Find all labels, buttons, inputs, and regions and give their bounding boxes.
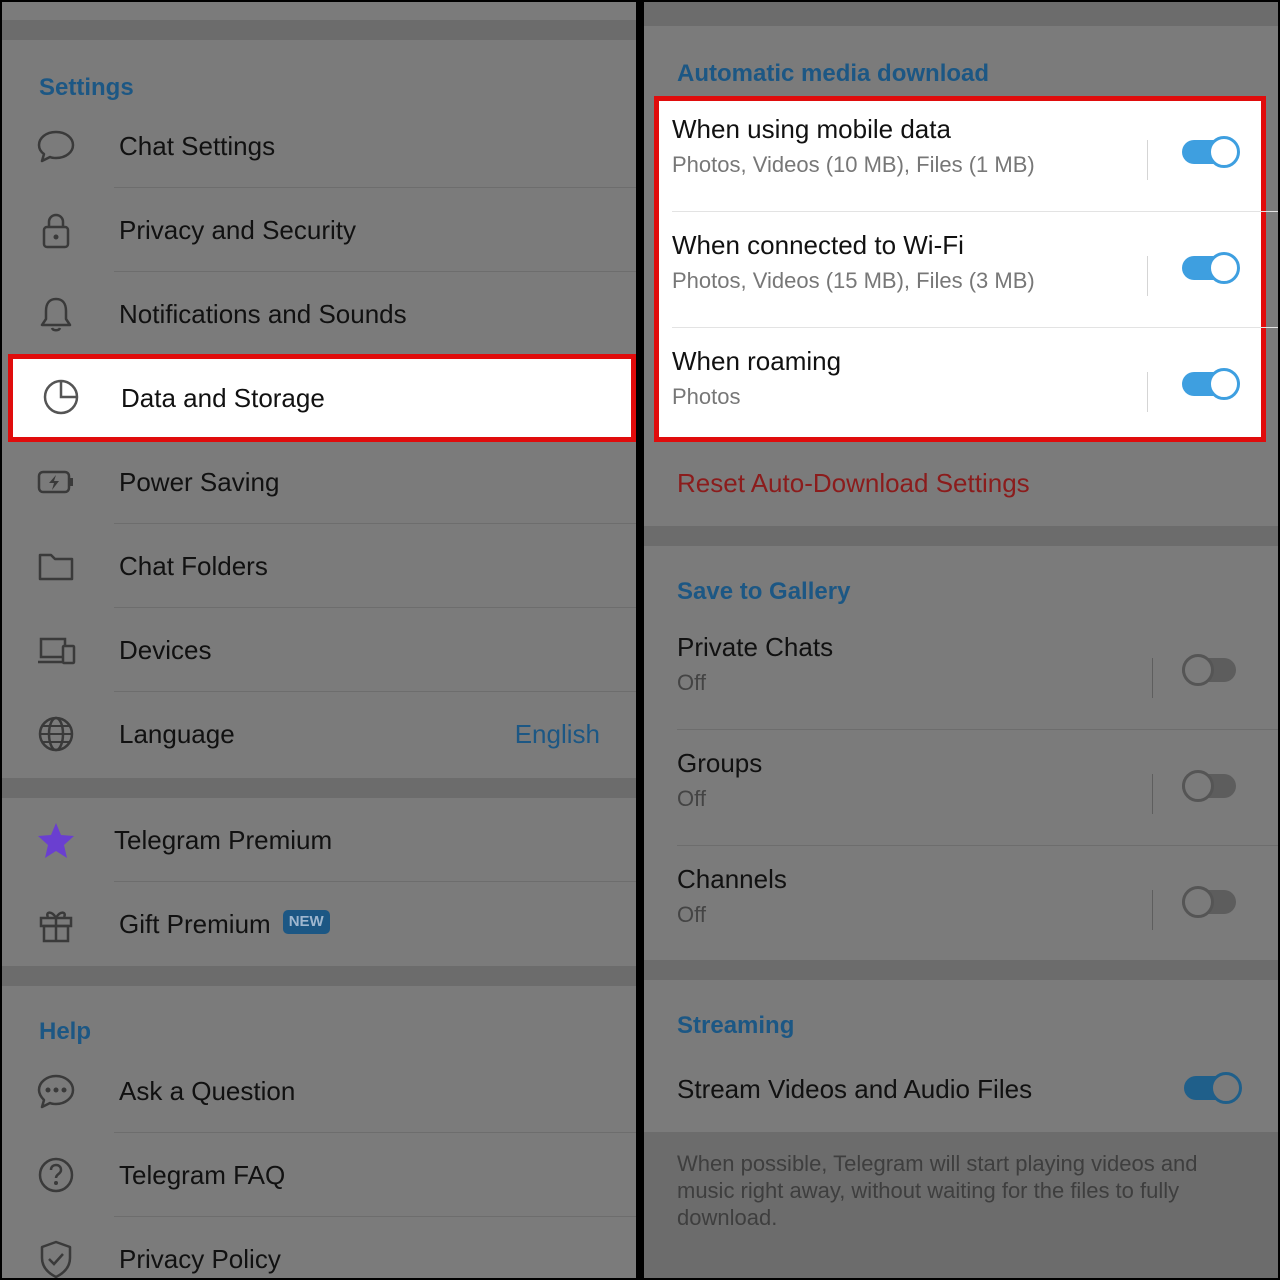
separator (1147, 140, 1148, 180)
gift-premium-label: Gift Premium (119, 909, 271, 939)
separator (1152, 890, 1153, 930)
streaming-header: Streaming (677, 1012, 795, 1039)
separator (1152, 774, 1153, 814)
language-value: English (514, 719, 600, 749)
private-chats-toggle[interactable] (1182, 654, 1240, 686)
settings-item-label: Telegram Premium (114, 825, 333, 855)
row-subtitle: Off (677, 670, 706, 695)
help-section-header: Help (39, 1018, 92, 1045)
row-title: When using mobile data (672, 114, 951, 144)
row-subtitle: Photos (672, 384, 741, 409)
bell-icon (36, 294, 76, 334)
settings-item-data-storage[interactable]: Data and Storage (8, 354, 636, 442)
streaming-note-text: When possible, Telegram will start playi… (677, 1151, 1198, 1230)
settings-item-gift-premium[interactable]: Gift Premium NEW (2, 882, 636, 966)
row-subtitle: Off (677, 786, 706, 811)
separator (1152, 658, 1153, 698)
roaming-toggle[interactable] (1182, 368, 1240, 400)
settings-item-label: Chat Settings (119, 131, 276, 161)
separator (1147, 372, 1148, 412)
settings-item-devices[interactable]: Devices (2, 608, 636, 692)
settings-item-label: Notifications and Sounds (119, 299, 407, 329)
lock-icon (36, 210, 76, 250)
section-gap (644, 526, 1278, 546)
row-subtitle: Off (677, 902, 706, 927)
row-title: Groups (677, 748, 763, 778)
star-icon (36, 820, 76, 860)
settings-item-power-saving[interactable]: Power Saving (2, 440, 636, 524)
settings-item-label: Gift Premium NEW (119, 882, 330, 966)
settings-item-privacy-security[interactable]: Privacy and Security (2, 188, 636, 272)
streaming-note: When possible, Telegram will start playi… (644, 1132, 1278, 1278)
separator (1147, 256, 1148, 296)
row-title: Channels (677, 864, 787, 894)
shield-icon (36, 1239, 76, 1278)
help-item-ask-question[interactable]: Ask a Question (2, 1049, 636, 1133)
help-item-telegram-faq[interactable]: Telegram FAQ (2, 1133, 636, 1217)
question-icon (36, 1155, 76, 1195)
devices-icon (36, 630, 76, 670)
settings-item-label: Language (119, 719, 235, 749)
section-gap (2, 20, 636, 40)
settings-item-label: Chat Folders (119, 551, 268, 581)
folder-icon (36, 546, 76, 586)
gift-icon (36, 904, 76, 944)
auto-download-group: When using mobile data Photos, Videos (1… (654, 96, 1278, 442)
auto-download-roaming[interactable]: When roaming Photos (654, 328, 1278, 444)
groups-toggle[interactable] (1182, 770, 1240, 802)
row-title: When connected to Wi-Fi (672, 230, 964, 260)
settings-item-chat-settings[interactable]: Chat Settings (2, 104, 636, 188)
gallery-channels[interactable]: Channels Off (644, 846, 1278, 962)
section-gap (644, 960, 1278, 980)
row-subtitle: Photos, Videos (15 MB), Files (3 MB) (672, 268, 1035, 293)
row-subtitle: Photos, Videos (10 MB), Files (1 MB) (672, 152, 1035, 177)
row-title: When roaming (672, 346, 842, 376)
help-item-label: Telegram FAQ (119, 1160, 286, 1190)
mobile-data-toggle[interactable] (1182, 136, 1240, 168)
save-to-gallery-header: Save to Gallery (677, 578, 851, 605)
globe-icon (36, 714, 76, 754)
wifi-toggle[interactable] (1182, 252, 1240, 284)
help-item-label: Privacy Policy (119, 1244, 281, 1274)
settings-section-header: Settings (39, 74, 134, 101)
settings-item-language[interactable]: Language English (2, 692, 636, 776)
reset-auto-download-button[interactable]: Reset Auto-Download Settings (677, 468, 1030, 499)
auto-download-header: Automatic media download (677, 60, 990, 87)
settings-item-label: Devices (119, 635, 212, 665)
auto-download-mobile-data[interactable]: When using mobile data Photos, Videos (1… (654, 96, 1278, 212)
settings-panel: Settings Chat Settings Privacy and Secur… (2, 2, 636, 1278)
section-gap (2, 966, 636, 986)
stream-videos-audio[interactable]: Stream Videos and Audio Files (644, 1050, 1278, 1132)
settings-item-notifications[interactable]: Notifications and Sounds (2, 272, 636, 356)
settings-item-label: Privacy and Security (119, 215, 356, 245)
settings-item-chat-folders[interactable]: Chat Folders (2, 524, 636, 608)
help-item-privacy-policy[interactable]: Privacy Policy (2, 1217, 636, 1278)
auto-download-wifi[interactable]: When connected to Wi-Fi Photos, Videos (… (654, 212, 1278, 328)
pie-chart-icon (41, 377, 81, 417)
chat-bubble-icon (36, 126, 76, 166)
battery-icon (36, 462, 76, 502)
channels-toggle[interactable] (1182, 886, 1240, 918)
streaming-toggle[interactable] (1184, 1072, 1242, 1104)
gallery-private-chats[interactable]: Private Chats Off (644, 614, 1278, 730)
row-title: Private Chats (677, 632, 834, 662)
data-storage-panel: Automatic media download When using mobi… (644, 2, 1278, 1278)
row-title: Stream Videos and Audio Files (677, 1074, 1033, 1104)
section-gap (644, 2, 1278, 26)
help-item-label: Ask a Question (119, 1076, 296, 1106)
chat-dots-icon (36, 1071, 76, 1111)
section-gap (2, 778, 636, 798)
new-badge: NEW (282, 910, 330, 935)
gallery-groups[interactable]: Groups Off (644, 730, 1278, 846)
settings-item-label: Data and Storage (121, 383, 325, 413)
settings-item-label: Power Saving (119, 467, 280, 497)
settings-item-telegram-premium[interactable]: Telegram Premium (2, 798, 636, 882)
